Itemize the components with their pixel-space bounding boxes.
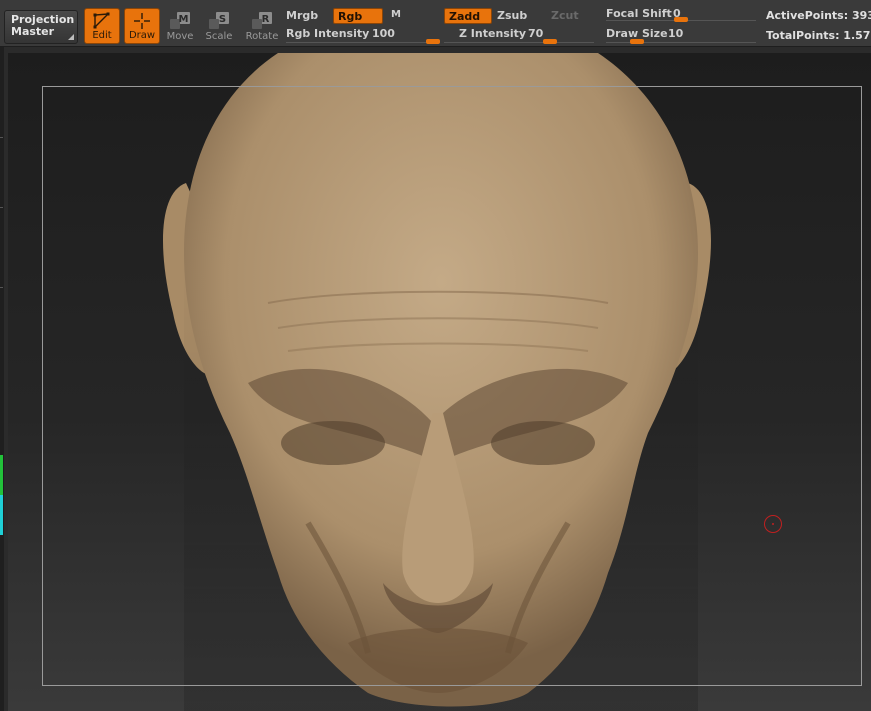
draw-size-track [606,42,756,43]
z-intensity-value: 70 [528,27,544,40]
sculpt-canvas[interactable] [8,53,871,711]
rotate-label: Rotate [245,31,279,42]
shelf-divider [0,207,3,208]
scale-glyph-text: S [219,14,226,25]
popup-corner-icon [68,34,74,40]
shelf-divider [0,137,3,138]
color-indicator-cyan [0,495,3,535]
zsub-button[interactable]: Zsub [497,9,527,22]
scale-icon: S [200,10,238,32]
zadd-button[interactable]: Zadd [444,8,492,24]
focal-shift-label: Focal Shift [606,7,672,20]
z-intensity-track [444,42,594,43]
move-button[interactable]: M Move [161,10,199,44]
document-bounds-frame [42,86,862,686]
left-shelf-edge [0,47,4,711]
total-points-stat: TotalPoints: 1.572 [766,29,871,42]
z-intensity-label: Z Intensity [459,27,527,40]
draw-button[interactable]: Draw [124,8,160,44]
m-button[interactable]: M [391,9,401,20]
brush-cursor-icon [764,515,782,533]
edit-button[interactable]: Edit [84,8,120,44]
rgb-intensity-value: 100 [372,27,395,40]
edit-label: Edit [92,30,112,41]
draw-size-value: 10 [668,27,684,40]
z-intensity-knob[interactable] [543,39,557,44]
scale-label: Scale [205,31,233,42]
zcut-button[interactable]: Zcut [551,9,579,22]
rgb-intensity-track [286,42,440,43]
top-toolbar: Projection Master Edit Draw M Move S Sca… [0,0,871,47]
active-points-stat: ActivePoints: 393, [766,9,871,22]
draw-label: Draw [128,30,156,41]
projection-master-button[interactable]: Projection Master [4,10,78,44]
mrgb-button[interactable]: Mrgb [286,9,318,22]
draw-size-knob[interactable] [630,39,644,44]
scale-button[interactable]: S Scale [200,10,238,44]
move-icon: M [161,10,199,32]
move-label: Move [166,31,194,42]
rgb-intensity-label: Rgb Intensity [286,27,370,40]
rgb-intensity-knob[interactable] [426,39,440,44]
shelf-divider [0,287,3,288]
rotate-button[interactable]: R Rotate [243,10,281,44]
focal-shift-knob[interactable] [674,17,688,22]
color-indicator-green [0,455,3,495]
move-glyph-text: M [179,14,189,25]
rotate-icon: R [243,10,281,32]
rgb-button[interactable]: Rgb [333,8,383,24]
rotate-glyph-text: R [262,14,270,25]
